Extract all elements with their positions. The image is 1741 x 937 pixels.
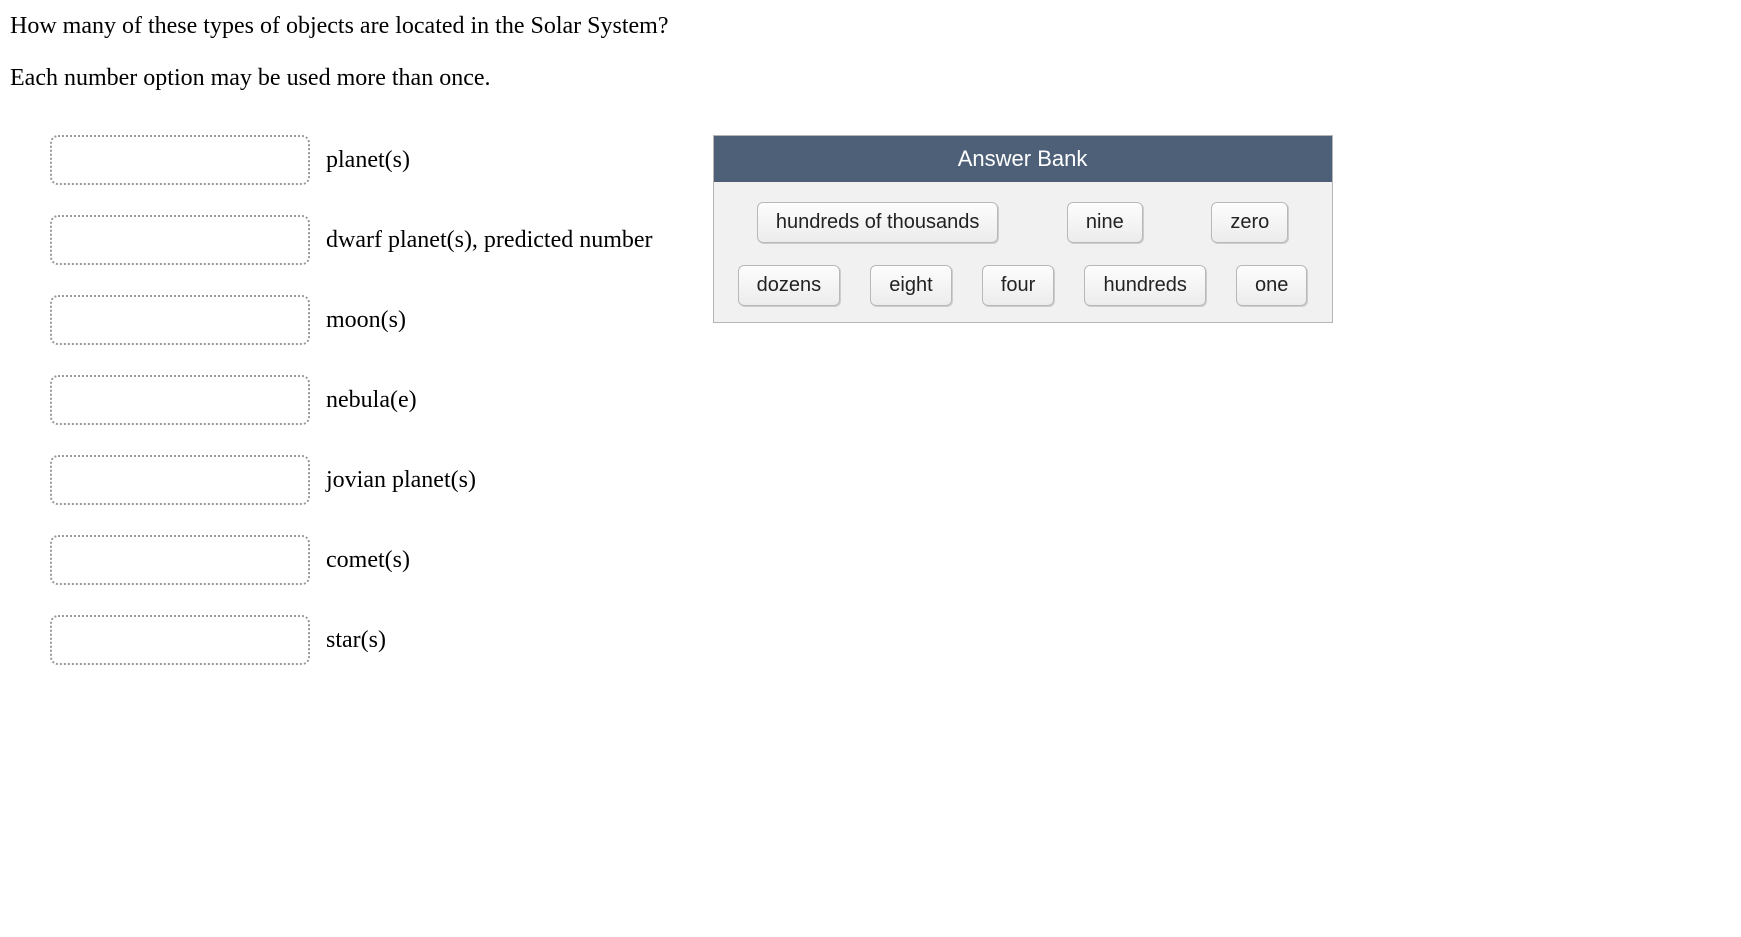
chip-four[interactable]: four: [982, 265, 1054, 306]
drop-row-jovian-planets: jovian planet(s): [50, 455, 653, 505]
chip-one[interactable]: one: [1236, 265, 1307, 306]
drop-label: moon(s): [326, 307, 406, 334]
answer-bank-row-1: hundreds of thousands nine zero: [728, 202, 1318, 243]
drop-row-moons: moon(s): [50, 295, 653, 345]
chip-hundreds-of-thousands[interactable]: hundreds of thousands: [757, 202, 999, 243]
chip-nine[interactable]: nine: [1067, 202, 1143, 243]
answer-bank-row-2: dozens eight four hundreds one: [728, 265, 1318, 306]
drop-label: jovian planet(s): [326, 467, 476, 494]
question-prompt: How many of these types of objects are l…: [10, 10, 1731, 95]
answer-bank-title: Answer Bank: [714, 136, 1332, 182]
drop-label: nebula(e): [326, 387, 417, 414]
question-line-1: How many of these types of objects are l…: [10, 10, 1731, 44]
answer-bank: Answer Bank hundreds of thousands nine z…: [713, 135, 1333, 323]
drop-label: comet(s): [326, 547, 410, 574]
drop-row-planets: planet(s): [50, 135, 653, 185]
chip-eight[interactable]: eight: [870, 265, 951, 306]
chip-dozens[interactable]: dozens: [738, 265, 841, 306]
drop-zone-moons[interactable]: [50, 295, 310, 345]
drop-zone-planets[interactable]: [50, 135, 310, 185]
drop-targets: planet(s) dwarf planet(s), predicted num…: [10, 135, 653, 665]
content-area: planet(s) dwarf planet(s), predicted num…: [10, 135, 1731, 665]
chip-hundreds[interactable]: hundreds: [1084, 265, 1205, 306]
drop-zone-nebulae[interactable]: [50, 375, 310, 425]
chip-zero[interactable]: zero: [1211, 202, 1288, 243]
drop-row-nebulae: nebula(e): [50, 375, 653, 425]
answer-bank-body: hundreds of thousands nine zero dozens e…: [714, 182, 1332, 322]
drop-label: dwarf planet(s), predicted number: [326, 227, 653, 254]
drop-row-dwarf-planets: dwarf planet(s), predicted number: [50, 215, 653, 265]
drop-row-comets: comet(s): [50, 535, 653, 585]
drop-zone-stars[interactable]: [50, 615, 310, 665]
drop-zone-dwarf-planets[interactable]: [50, 215, 310, 265]
drop-label: star(s): [326, 627, 386, 654]
drop-label: planet(s): [326, 147, 410, 174]
drop-row-stars: star(s): [50, 615, 653, 665]
drop-zone-jovian-planets[interactable]: [50, 455, 310, 505]
question-line-2: Each number option may be used more than…: [10, 62, 1731, 96]
drop-zone-comets[interactable]: [50, 535, 310, 585]
